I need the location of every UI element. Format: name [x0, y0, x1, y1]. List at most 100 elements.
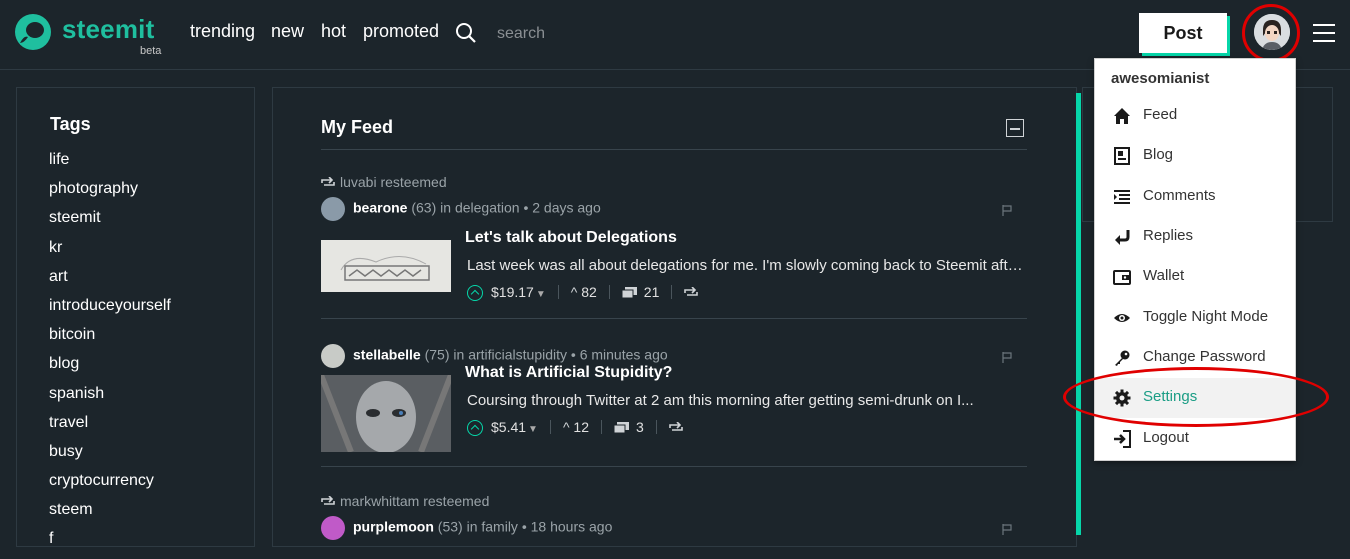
post-summary[interactable]: Coursing through Twitter at 2 am this mo…: [467, 392, 1029, 409]
post-summary[interactable]: Last week was all about delegations for …: [467, 257, 1029, 274]
menu-item-label: Logout: [1143, 429, 1189, 446]
menu-item-feed[interactable]: Feed: [1095, 96, 1295, 136]
separator: [557, 285, 559, 299]
upvote-icon[interactable]: [467, 285, 483, 301]
separator: [608, 285, 610, 299]
logout-icon: [1114, 430, 1131, 448]
tag-item[interactable]: bitcoin: [49, 325, 171, 354]
comments-icon[interactable]: [613, 422, 630, 434]
menu-item-wallet[interactable]: Wallet: [1095, 257, 1295, 297]
flag-icon[interactable]: [1001, 523, 1013, 535]
menu-item-replies[interactable]: Replies: [1095, 217, 1295, 257]
logo-wordmark[interactable]: steemit: [62, 14, 154, 45]
post-category[interactable]: family: [481, 519, 518, 535]
post-button[interactable]: Post: [1139, 13, 1227, 53]
votes-icon[interactable]: ^: [563, 419, 570, 435]
nav-promoted[interactable]: promoted: [363, 21, 439, 42]
post-category[interactable]: delegation: [455, 200, 520, 216]
comment-count[interactable]: 3: [636, 419, 644, 435]
post-thumbnail[interactable]: [321, 240, 451, 292]
resteem-notice: luvabi resteemed: [321, 174, 447, 190]
menu-item-label: Toggle Night Mode: [1143, 308, 1269, 325]
payout-value[interactable]: $19.17: [491, 284, 534, 300]
separator: [601, 420, 602, 434]
tag-item[interactable]: blog: [49, 354, 171, 383]
tag-item[interactable]: travel: [49, 413, 171, 442]
tags-sidebar: Tags life photography steemit kr art int…: [16, 87, 255, 547]
wallet-icon: [1113, 270, 1131, 285]
post-title[interactable]: What is Artificial Stupidity?: [465, 364, 672, 382]
menu-item-label: Replies: [1143, 227, 1194, 244]
nav-hot[interactable]: hot: [321, 21, 346, 42]
post-stats: $19.17 ▼ ^ 82 21: [467, 284, 699, 301]
vote-count[interactable]: 12: [573, 419, 589, 435]
tag-item[interactable]: busy: [49, 442, 171, 471]
comments-icon[interactable]: [621, 287, 638, 299]
menu-item-label: Blog: [1143, 146, 1174, 163]
flag-icon[interactable]: [1001, 351, 1013, 363]
post-time[interactable]: • 18 hours ago: [522, 519, 613, 535]
payout-value[interactable]: $5.41: [491, 419, 526, 435]
resteemed-by[interactable]: markwhittam resteemed: [340, 493, 489, 509]
post-category[interactable]: artificialstupidity: [468, 347, 567, 363]
resteemed-by[interactable]: luvabi resteemed: [340, 174, 447, 190]
search-input[interactable]: [495, 20, 699, 48]
resteem-icon[interactable]: [684, 286, 699, 298]
post-thumbnail[interactable]: [321, 375, 451, 452]
menu-item-comments[interactable]: Comments: [1095, 177, 1295, 217]
vote-count[interactable]: 82: [581, 284, 597, 300]
tag-item[interactable]: life: [49, 150, 171, 179]
tag-item[interactable]: steemit: [49, 208, 171, 237]
author-avatar[interactable]: [321, 197, 345, 221]
tag-item[interactable]: kr: [49, 238, 171, 267]
resteem-icon: [321, 496, 335, 505]
comment-count[interactable]: 21: [644, 284, 660, 300]
author-name[interactable]: bearone: [353, 200, 407, 216]
author-name[interactable]: purplemoon: [353, 519, 434, 535]
steemit-logo-icon[interactable]: [14, 13, 52, 51]
author-reputation: (75): [424, 346, 450, 363]
resteem-icon: [321, 177, 335, 186]
feed-panel: My Feed luvabi resteemed bearone (63) in…: [272, 87, 1077, 547]
post-time[interactable]: • 2 days ago: [523, 200, 600, 216]
feed-title: My Feed: [321, 117, 394, 137]
menu-item-blog[interactable]: Blog: [1095, 136, 1295, 176]
category-prefix: in: [453, 346, 465, 363]
author-avatar[interactable]: [321, 516, 345, 540]
dropdown-username[interactable]: awesomianist: [1111, 70, 1209, 87]
tag-item[interactable]: f: [49, 529, 171, 558]
post-time[interactable]: • 6 minutes ago: [571, 347, 668, 363]
tag-item[interactable]: art: [49, 267, 171, 296]
nav-new[interactable]: new: [271, 21, 304, 42]
divider: [321, 149, 1027, 150]
menu-item-toggle-night-mode[interactable]: Toggle Night Mode: [1095, 298, 1295, 338]
post-divider: [321, 318, 1027, 319]
comments-icon: [1114, 190, 1130, 204]
nav-trending[interactable]: trending: [190, 21, 255, 42]
tag-item[interactable]: cryptocurrency: [49, 471, 171, 500]
hamburger-menu-icon[interactable]: [1313, 24, 1335, 42]
tag-item[interactable]: introduceyourself: [49, 296, 171, 325]
tag-item[interactable]: spanish: [49, 384, 171, 413]
votes-icon[interactable]: ^: [571, 284, 578, 300]
post-author-line: bearone (63) in delegation • 2 days ago: [321, 197, 601, 221]
collapse-view-icon[interactable]: [1006, 119, 1024, 137]
menu-item-label: Wallet: [1143, 267, 1185, 284]
upvote-icon[interactable]: [467, 420, 483, 436]
flag-icon[interactable]: [1001, 204, 1013, 216]
post-divider: [321, 466, 1027, 467]
tag-item[interactable]: photography: [49, 179, 171, 208]
chevron-down-icon[interactable]: ▼: [528, 424, 538, 435]
resteem-notice: markwhittam resteemed: [321, 493, 489, 509]
separator: [671, 285, 673, 299]
search-icon[interactable]: [455, 22, 477, 44]
tag-item[interactable]: steem: [49, 500, 171, 529]
post-title[interactable]: Let's talk about Delegations: [465, 229, 677, 247]
menu-item-label: Change Password: [1143, 348, 1266, 365]
eye-icon: [1114, 314, 1130, 322]
chevron-down-icon[interactable]: ▼: [536, 289, 546, 300]
author-name[interactable]: stellabelle: [353, 347, 421, 363]
resteem-icon[interactable]: [668, 421, 683, 433]
author-avatar[interactable]: [321, 344, 345, 368]
post-stats: $5.41 ▼ ^ 12 3: [467, 419, 683, 436]
